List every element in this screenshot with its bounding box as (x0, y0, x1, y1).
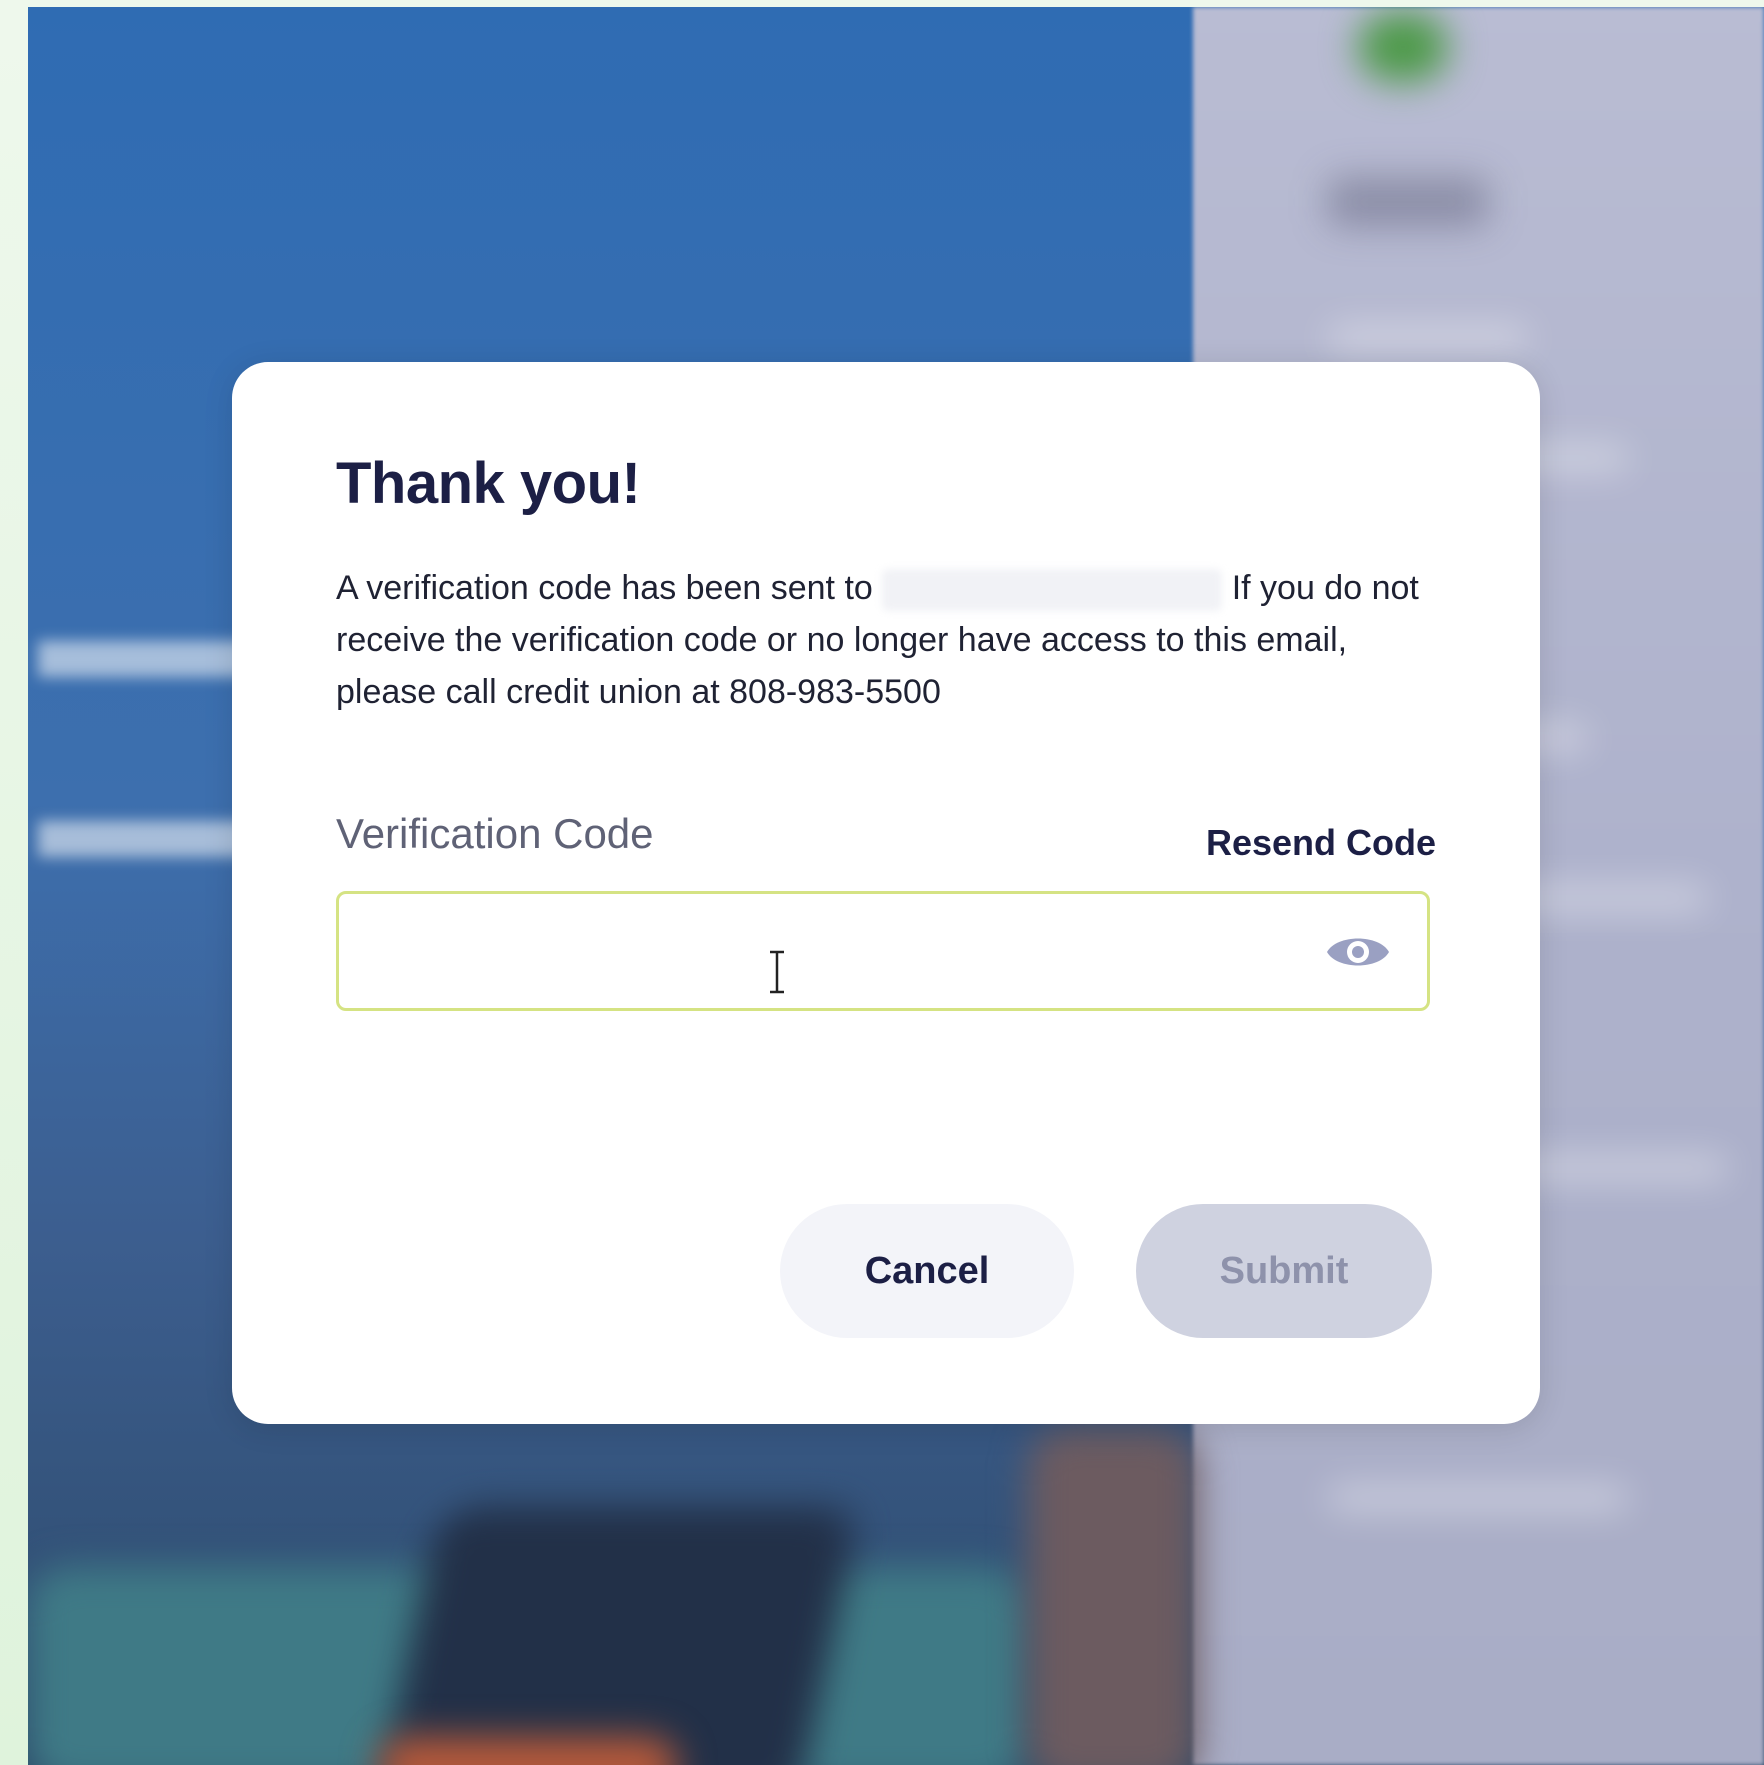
verification-code-input[interactable] (339, 894, 1299, 1008)
verification-message: A verification code has been sent to If … (336, 562, 1426, 718)
redacted-email (882, 569, 1223, 612)
text-cursor-icon (770, 950, 784, 994)
background-heading-blur (1328, 177, 1488, 227)
background-photo-area (378, 1737, 678, 1765)
background-line-blur (1328, 327, 1528, 349)
verification-dialog: Thank you! A verification code has been … (232, 362, 1540, 1424)
background-line-blur (1328, 1487, 1628, 1509)
background-photo-area (1028, 1427, 1198, 1765)
verification-code-field[interactable] (336, 891, 1430, 1011)
background-logo (1358, 12, 1448, 82)
cancel-button[interactable]: Cancel (780, 1204, 1074, 1338)
verification-code-label: Verification Code (336, 810, 654, 857)
eye-icon[interactable] (1325, 930, 1391, 974)
submit-button[interactable]: Submit (1136, 1204, 1432, 1338)
dialog-title: Thank you! (336, 451, 641, 516)
background-photo-area (376, 1507, 860, 1765)
message-text-start: A verification code has been sent to (336, 569, 873, 607)
resend-code-button[interactable]: Resend Code (1206, 822, 1436, 864)
